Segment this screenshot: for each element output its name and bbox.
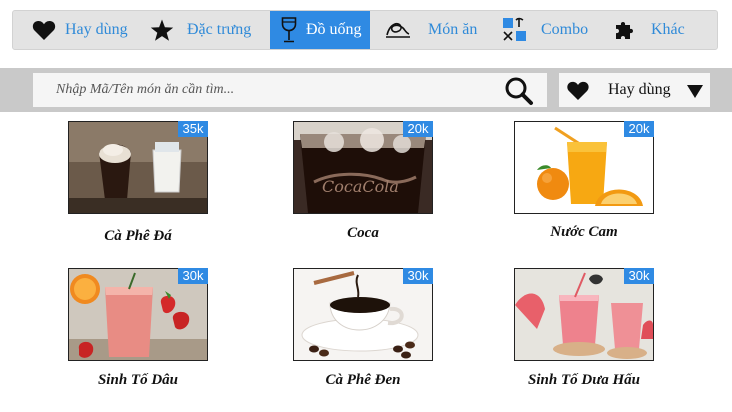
tab-label: Hay dùng [65,21,128,38]
heart-icon [566,80,590,106]
price-badge: 20k [403,121,433,137]
product-name: Nước Cam [550,224,618,240]
product-name: Cà Phê Đá [104,228,172,244]
puzzle-icon [613,18,639,42]
tab-label: Khác [651,21,685,38]
heart-icon [31,19,57,41]
price-badge: 20k [624,121,654,137]
price-badge: 35k [178,121,208,137]
tab-combo[interactable]: Combo [502,11,602,49]
tab-khac[interactable]: Khác [613,11,703,49]
tab-dac-trung[interactable]: Đặc trưng [149,11,265,49]
food-icon [385,20,411,40]
price-badge: 30k [624,268,654,284]
filter-dropdown[interactable]: Hay dùng [559,73,710,107]
price-badge: 30k [178,268,208,284]
product-name: Cà Phê Đen [325,372,401,388]
filter-label: Hay dùng [608,81,671,98]
caret-down-icon [687,85,703,103]
search-box [33,73,547,107]
category-tab-bar: Hay dùng Đặc trưng Đồ uống Món ăn Combo … [12,10,718,50]
search-input[interactable] [33,73,493,107]
product-name: Coca [347,225,379,241]
tab-label: Món ăn [428,21,478,38]
tab-label: Đồ uống [306,21,362,38]
search-bar: Hay dùng [0,68,732,112]
combo-icon [502,17,528,43]
svg-text:CocaCola: CocaCola [322,177,399,196]
tab-do-uong[interactable]: Đồ uống [270,11,370,49]
wine-glass-icon [278,17,300,43]
product-name: Sinh Tố Dâu [97,372,179,388]
tab-label: Đặc trưng [187,21,252,38]
tab-mon-an[interactable]: Món ăn [385,11,485,49]
search-icon[interactable] [503,76,537,106]
product-name: Sinh Tố Dưa Hấu [528,372,640,388]
price-badge: 30k [403,268,433,284]
star-icon [149,19,175,42]
tab-label: Combo [541,21,589,38]
tab-hay-dung[interactable]: Hay dùng [31,11,141,49]
